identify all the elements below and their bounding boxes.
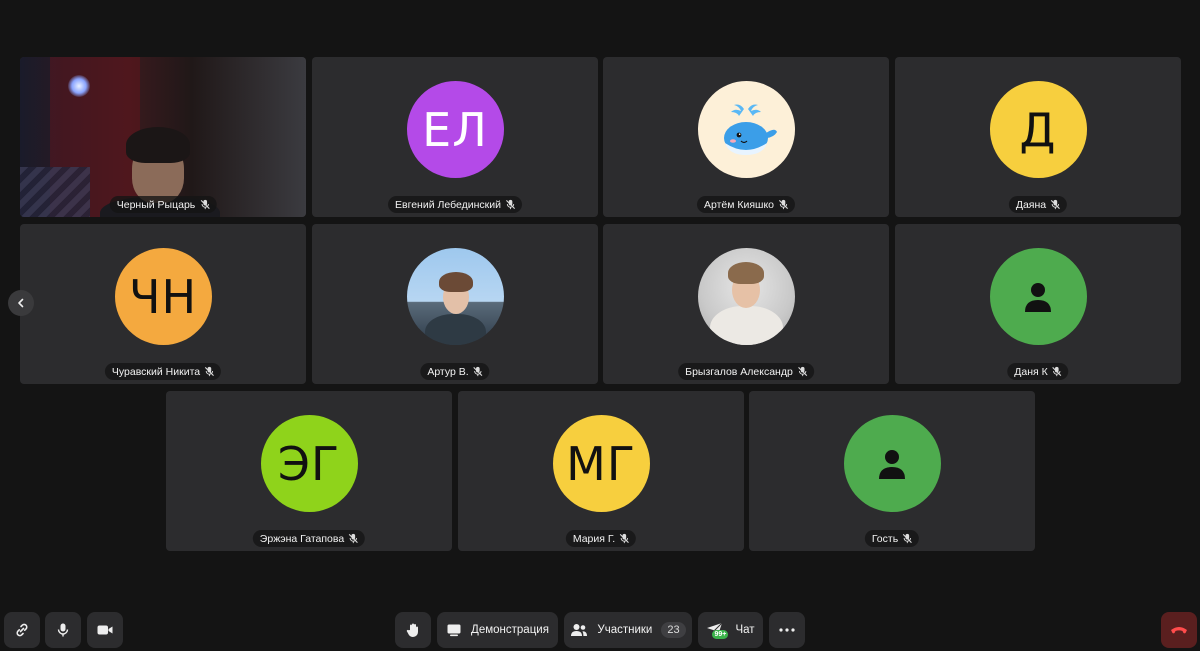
more-options-button[interactable] [769, 612, 805, 648]
participant-tile[interactable]: ЧН Чуравский Никита [20, 224, 306, 384]
avatar-initials: ЭГ [277, 436, 341, 491]
avatar: Д [989, 81, 1087, 178]
avatar: ЭГ [260, 415, 358, 512]
participant-name: Артур В. [427, 365, 469, 378]
screen-share-button[interactable]: Демонстрация [437, 612, 558, 648]
participant-tile[interactable]: ЭГ Эржэна Гатапова [166, 391, 452, 551]
more-icon [779, 628, 795, 632]
participant-name-chip: Брызгалов Александр [678, 363, 814, 380]
mic-off-icon [1051, 199, 1061, 210]
participant-name-chip: Евгений Лебединский [388, 196, 522, 213]
participant-tile[interactable]: Д Даяна [895, 57, 1181, 217]
participant-tile[interactable]: Гость [749, 391, 1035, 551]
participant-name-chip: Даяна [1008, 196, 1068, 213]
link-icon [16, 623, 28, 637]
copy-link-button[interactable] [4, 612, 40, 648]
person-icon [1025, 282, 1051, 312]
screen-share-label: Демонстрация [471, 624, 549, 636]
avatar: МГ [552, 415, 650, 512]
participant-name: Артём Кияшко [703, 198, 775, 211]
mic-off-icon [903, 533, 913, 544]
participant-name-chip: Чуравский Никита [104, 363, 222, 380]
mic-off-icon [205, 366, 215, 377]
leave-call-button[interactable] [1161, 612, 1197, 648]
participant-tile[interactable]: Даня К [895, 224, 1181, 384]
chat-label: Чат [735, 624, 755, 636]
participant-name: Брызгалов Александр [685, 365, 793, 378]
participant-name-chip: Эржэна Гатапова [252, 530, 366, 547]
chevron-left-icon [18, 298, 24, 308]
avatar-initials: ЧН [128, 269, 198, 324]
participant-name: Мария Г. [572, 532, 616, 545]
avatar-initials: МГ [566, 436, 636, 491]
mic-off-icon [473, 366, 483, 377]
participant-name-chip: Артур В. [420, 363, 490, 380]
participant-tile[interactable]: ЕЛ Евгений Лебединский [312, 57, 598, 217]
participant-tile[interactable]: Артур В. [312, 224, 598, 384]
participant-name: Даяна [1015, 198, 1047, 211]
microphone-icon [57, 623, 69, 637]
avatar-initials: Д [1019, 102, 1057, 157]
participants-count-badge: 23 [661, 622, 686, 638]
avatar [697, 81, 795, 178]
mic-off-icon [797, 366, 807, 377]
participant-name: Чуравский Никита [111, 365, 201, 378]
lamp-light [68, 75, 90, 97]
participant-name: Евгений Лебединский [395, 198, 501, 211]
avatar: ЕЛ [406, 81, 504, 178]
participant-tile[interactable]: Брызгалов Александр [603, 224, 889, 384]
hang-up-icon [1171, 627, 1187, 634]
participant-tile[interactable]: МГ Мария Г. [458, 391, 744, 551]
screen-share-icon [447, 624, 461, 637]
mic-off-icon [349, 533, 359, 544]
participant-name-chip: Мария Г. [565, 530, 637, 547]
avatar-photo [406, 248, 504, 345]
camera-icon [97, 625, 113, 635]
participants-label: Участники [597, 624, 653, 636]
participants-button[interactable]: Участники 23 [564, 612, 692, 648]
participant-name-chip: Даня К [1007, 363, 1069, 380]
participants-icon [571, 624, 588, 636]
previous-page-button[interactable] [8, 290, 34, 316]
whale-icon [724, 104, 777, 155]
avatar [989, 248, 1087, 345]
mic-off-icon [620, 533, 630, 544]
participant-name: Черный Рыцарь [116, 198, 196, 211]
participant-name: Даня К [1014, 365, 1048, 378]
mic-off-icon [200, 199, 210, 210]
participant-name-chip: Артём Кияшко [696, 196, 796, 213]
microphone-button[interactable] [45, 612, 81, 648]
participant-name-chip: Гость [864, 530, 920, 547]
avatar-photo [697, 248, 795, 345]
participant-tile-video[interactable]: Черный Рыцарь [20, 57, 306, 217]
participant-name: Эржэна Гатапова [259, 532, 345, 545]
participant-name: Гость [871, 532, 899, 545]
participant-tile[interactable]: Артём Кияшко [603, 57, 889, 217]
raise-hand-button[interactable] [395, 612, 431, 648]
chat-button[interactable]: 99+ Чат [698, 612, 763, 648]
mic-off-icon [779, 199, 789, 210]
participant-name-chip: Черный Рыцарь [109, 196, 217, 213]
raise-hand-icon [406, 623, 418, 637]
unread-messages-badge: 99+ [712, 630, 729, 639]
avatar [843, 415, 941, 512]
avatar-initials: ЕЛ [422, 102, 488, 157]
camera-button[interactable] [87, 612, 123, 648]
mic-off-icon [1052, 366, 1062, 377]
video-call-screen: Черный Рыцарь ЕЛ Евгений Лебединский Арт… [0, 0, 1200, 651]
mic-off-icon [505, 199, 515, 210]
avatar: ЧН [114, 248, 212, 345]
person-icon [879, 449, 905, 479]
